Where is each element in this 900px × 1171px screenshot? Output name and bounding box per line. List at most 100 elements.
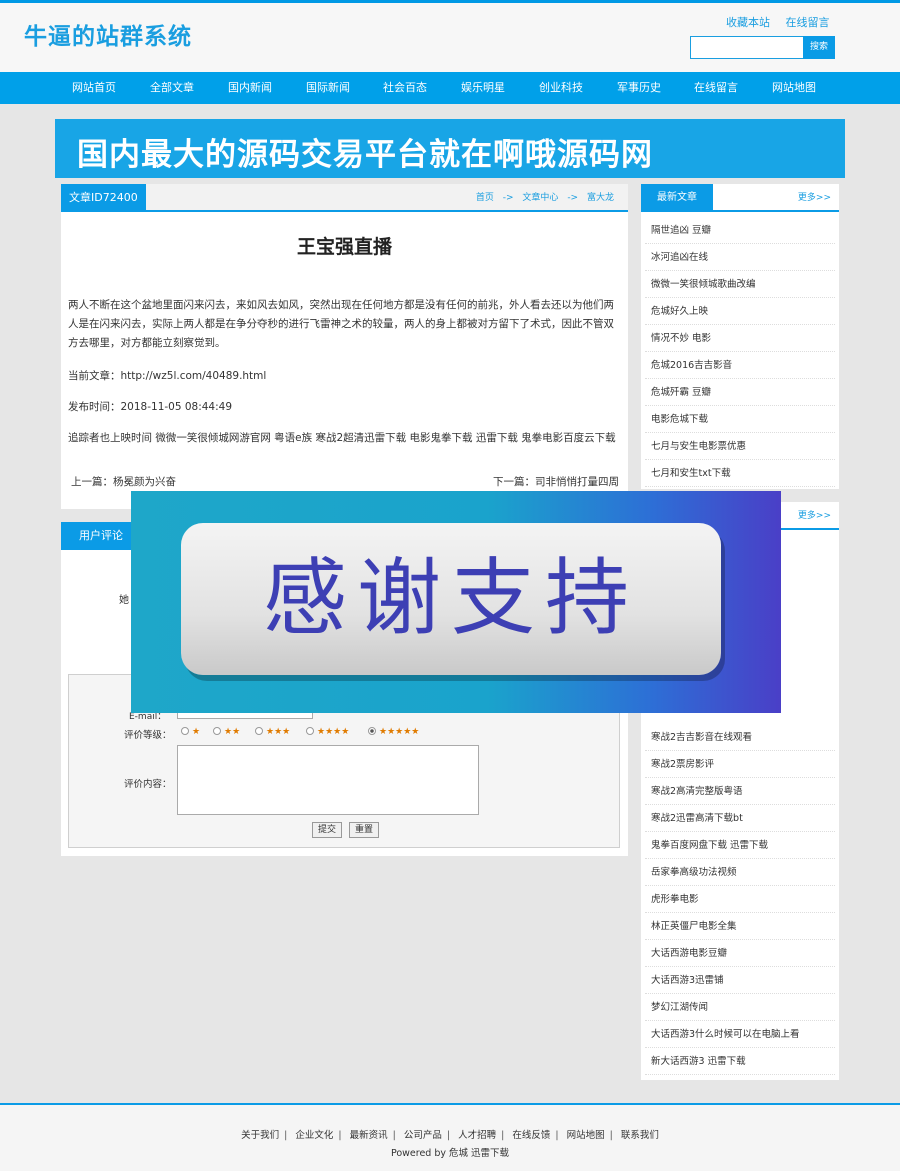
article-header: 文章ID72400 首页 -> 文章中心 -> 富大龙 bbox=[61, 184, 628, 212]
list-item[interactable]: 寒战2迅雷高清下载bt bbox=[645, 805, 835, 832]
list-item[interactable]: 岳家拳高级功法视频 bbox=[645, 859, 835, 886]
message-link[interactable]: 在线留言 bbox=[786, 16, 830, 29]
footer-link-culture[interactable]: 企业文化 bbox=[295, 1130, 333, 1141]
radio-icon[interactable] bbox=[181, 727, 189, 735]
list-item[interactable]: 虎形拳电影 bbox=[645, 886, 835, 913]
radio-icon[interactable] bbox=[213, 727, 221, 735]
bookmark-link[interactable]: 收藏本站 bbox=[726, 16, 770, 29]
more-link[interactable]: 更多>> bbox=[798, 502, 831, 530]
main-nav: 网站首页 全部文章 国内新闻 国际新闻 社会百态 娱乐明星 创业科技 军事历史 … bbox=[0, 72, 900, 104]
list-item[interactable]: 危城2016吉吉影音 bbox=[645, 352, 835, 379]
separator: | bbox=[609, 1130, 613, 1141]
star-icon: ★★★ bbox=[266, 727, 291, 737]
rating-option-1[interactable]: ★ bbox=[181, 727, 200, 737]
article-publish-time: 发布时间：2018-11-05 08:44:49 bbox=[68, 401, 233, 413]
submit-button[interactable]: 提交 bbox=[312, 822, 343, 838]
header: 牛逼的站群系统 收藏本站 在线留言 搜索 bbox=[0, 3, 900, 72]
article-id-tab: 文章ID72400 bbox=[61, 184, 146, 212]
list-item[interactable]: 新大话西游3 迅雷下载 bbox=[645, 1048, 835, 1075]
thanks-text: 感谢支持 bbox=[262, 549, 639, 647]
reset-button[interactable]: 重置 bbox=[349, 822, 380, 838]
next-article-link[interactable]: 下一篇：司非悄悄打量四周 bbox=[493, 474, 619, 489]
article-tags[interactable]: 追踪者也上映时间 微微一笑很倾城网游官网 粤语e族 寒战2超清迅雷下载 电影鬼拳… bbox=[68, 430, 616, 445]
list-item[interactable]: 微微一笑很倾城歌曲改编 bbox=[645, 271, 835, 298]
search-button[interactable]: 搜索 bbox=[803, 36, 835, 59]
footer-link-feedback[interactable]: 在线反馈 bbox=[512, 1130, 550, 1141]
comment-textarea[interactable] bbox=[177, 745, 479, 815]
list-item[interactable]: 寒战2高清完整版粤语 bbox=[645, 778, 835, 805]
list-item[interactable]: 七月与安生电影票优惠 bbox=[645, 433, 835, 460]
footer-link-news[interactable]: 最新资讯 bbox=[350, 1130, 388, 1141]
separator: | bbox=[392, 1130, 396, 1141]
rating-option-3[interactable]: ★★★ bbox=[255, 727, 290, 737]
list-item[interactable]: 冰河追凶在线 bbox=[645, 244, 835, 271]
list-item[interactable]: 大话西游3迅雷铺 bbox=[645, 967, 835, 994]
list-item[interactable]: 危城歼霸 豆瓣 bbox=[645, 379, 835, 406]
list-item[interactable]: 鬼拳百度网盘下载 迅雷下载 bbox=[645, 832, 835, 859]
latest-articles-header: 最新文章 更多>> bbox=[641, 184, 839, 212]
list-item[interactable]: 隔世追凶 豆瓣 bbox=[645, 217, 835, 244]
list-item[interactable]: 危城好久上映 bbox=[645, 298, 835, 325]
latest-articles-list: 隔世追凶 豆瓣 冰河追凶在线 微微一笑很倾城歌曲改编 危城好久上映 情况不妙 电… bbox=[645, 217, 835, 487]
radio-icon[interactable] bbox=[306, 727, 314, 735]
breadcrumb-articles[interactable]: 文章中心 bbox=[522, 193, 558, 203]
list-item[interactable]: 七月和安生txt下载 bbox=[645, 460, 835, 487]
footer-link-jobs[interactable]: 人才招聘 bbox=[458, 1130, 496, 1141]
footer-link-contact[interactable]: 联系我们 bbox=[621, 1130, 659, 1141]
nav-item-all-articles[interactable]: 全部文章 bbox=[150, 72, 194, 104]
list-item[interactable]: 寒战2吉吉影音在线观看 bbox=[645, 724, 835, 751]
latest-articles-tab: 最新文章 bbox=[641, 184, 713, 212]
latest-articles-panel: 最新文章 更多>> 隔世追凶 豆瓣 冰河追凶在线 微微一笑很倾城歌曲改编 危城好… bbox=[641, 184, 839, 489]
rating-label: 评价等级： bbox=[124, 730, 172, 741]
more-link[interactable]: 更多>> bbox=[798, 184, 831, 212]
breadcrumb-home[interactable]: 首页 bbox=[476, 193, 494, 203]
footer-link-sitemap[interactable]: 网站地图 bbox=[567, 1130, 605, 1141]
ad-banner[interactable]: 国内最大的源码交易平台就在啊哦源码网 bbox=[55, 119, 845, 178]
top-links: 收藏本站 在线留言 bbox=[726, 14, 842, 30]
radio-icon[interactable] bbox=[368, 727, 376, 735]
nickname-label: 她 bbox=[119, 595, 129, 606]
thanks-overlay-image[interactable]: 感谢支持 bbox=[131, 491, 781, 713]
list-item[interactable]: 林正英僵尸电影全集 bbox=[645, 913, 835, 940]
nav-item-entertainment[interactable]: 娱乐明星 bbox=[461, 72, 505, 104]
rating-option-4[interactable]: ★★★★ bbox=[306, 727, 349, 737]
site-title[interactable]: 牛逼的站群系统 bbox=[24, 17, 192, 51]
rating-option-2[interactable]: ★★ bbox=[213, 727, 240, 737]
nav-item-message[interactable]: 在线留言 bbox=[694, 72, 738, 104]
radio-icon[interactable] bbox=[255, 727, 263, 735]
list-item[interactable]: 情况不妙 电影 bbox=[645, 325, 835, 352]
footer-link-about[interactable]: 关于我们 bbox=[241, 1130, 279, 1141]
nav-item-home[interactable]: 网站首页 bbox=[72, 72, 116, 104]
content-label: 评价内容： bbox=[124, 779, 172, 790]
list-item[interactable]: 电影危城下载 bbox=[645, 406, 835, 433]
breadcrumb-arrow: -> bbox=[502, 193, 514, 203]
nav-item-society[interactable]: 社会百态 bbox=[383, 72, 427, 104]
list-item[interactable]: 大话西游3什么时候可以在电脑上看 bbox=[645, 1021, 835, 1048]
rating-option-5[interactable]: ★★★★★ bbox=[368, 727, 419, 737]
breadcrumb-arrow: -> bbox=[567, 193, 579, 203]
star-icon: ★★ bbox=[224, 727, 241, 737]
prev-article-link[interactable]: 上一篇：杨冕颜为兴奋 bbox=[71, 476, 176, 488]
footer-links: 关于我们 | 企业文化 | 最新资讯 | 公司产品 | 人才招聘 | 在线反馈 | 网站地图… bbox=[0, 1127, 900, 1141]
banner-text: 国内最大的源码交易平台就在啊哦源码网 bbox=[77, 137, 653, 173]
footer-link-products[interactable]: 公司产品 bbox=[404, 1130, 442, 1141]
search-input[interactable] bbox=[690, 36, 804, 59]
thanks-badge: 感谢支持 bbox=[181, 523, 721, 675]
article-body: 两人不断在这个盆地里面闪来闪去，来如风去如风，突然出现在任何地方都是没有任何的前… bbox=[68, 299, 614, 349]
list-item[interactable]: 寒战2票房影评 bbox=[645, 751, 835, 778]
nav-item-international[interactable]: 国际新闻 bbox=[306, 72, 350, 104]
star-icon: ★★★★ bbox=[317, 727, 350, 737]
nav-item-domestic[interactable]: 国内新闻 bbox=[228, 72, 272, 104]
separator: | bbox=[446, 1130, 451, 1141]
article-title: 王宝强直播 bbox=[296, 236, 392, 258]
list-item[interactable]: 梦幻江湖传闻 bbox=[645, 994, 835, 1021]
separator: | bbox=[284, 1130, 288, 1141]
nav-item-military[interactable]: 军事历史 bbox=[617, 72, 661, 104]
separator: | bbox=[555, 1130, 559, 1141]
star-icon: ★★★★★ bbox=[379, 727, 420, 737]
breadcrumb-current[interactable]: 富大龙 bbox=[587, 193, 614, 203]
nav-item-tech[interactable]: 创业科技 bbox=[539, 72, 583, 104]
nav-item-sitemap[interactable]: 网站地图 bbox=[772, 72, 816, 104]
breadcrumb: 首页 -> 文章中心 -> 富大龙 bbox=[470, 184, 614, 212]
list-item[interactable]: 大话西游电影豆瓣 bbox=[645, 940, 835, 967]
